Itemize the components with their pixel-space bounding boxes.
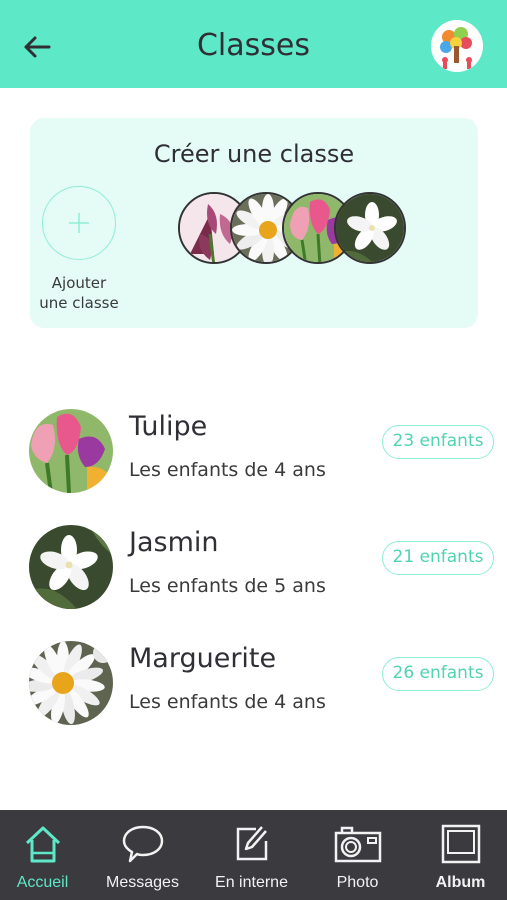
class-name: Tulipe (129, 411, 208, 442)
class-image-daisy (29, 641, 113, 725)
thumbnail-jasmine (334, 192, 406, 264)
nav-label-en-interne: En interne (215, 874, 288, 891)
chat-bubble-icon (122, 822, 164, 866)
add-class-label-line1: Ajouter (51, 274, 107, 292)
class-description: Les enfants de 5 ans (129, 575, 326, 597)
create-class-card: Créer une classe Ajouter une classe (30, 118, 478, 328)
class-description: Les enfants de 4 ans (129, 459, 326, 481)
add-class-button[interactable] (42, 186, 116, 260)
class-thumbnails (178, 192, 408, 264)
nav-item-album[interactable]: Album (410, 810, 507, 900)
school-logo-icon (431, 20, 483, 72)
camera-icon (334, 822, 382, 866)
nav-item-messages[interactable]: Messages (92, 810, 193, 900)
nav-item-en-interne[interactable]: En interne (201, 810, 302, 900)
plus-icon (69, 213, 89, 233)
album-icon (441, 822, 481, 866)
app-header: Classes (0, 0, 507, 88)
bottom-navigation: Accueil Messages En interne Photo Album (0, 810, 507, 900)
nav-label-accueil: Accueil (16, 874, 69, 891)
nav-label-messages: Messages (106, 874, 179, 891)
avatar[interactable] (431, 20, 483, 72)
home-icon (23, 822, 63, 866)
children-count-badge: 21 enfants (382, 541, 494, 575)
class-name: Jasmin (129, 527, 219, 558)
class-name: Marguerite (129, 643, 277, 674)
class-image-tulip (29, 409, 113, 493)
class-row-jasmin[interactable]: Jasmin Les enfants de 5 ans 21 enfants (0, 525, 507, 615)
children-count-badge: 26 enfants (382, 657, 494, 691)
class-row-tulipe[interactable]: Tulipe Les enfants de 4 ans 23 enfants (0, 409, 507, 499)
class-description: Les enfants de 4 ans (129, 691, 326, 713)
create-class-title: Créer une classe (153, 140, 355, 168)
class-image-jasmine (29, 525, 113, 609)
nav-item-accueil[interactable]: Accueil (0, 810, 93, 900)
nav-item-photo[interactable]: Photo (307, 810, 408, 900)
nav-label-photo: Photo (336, 874, 379, 891)
children-count-badge: 23 enfants (382, 425, 494, 459)
add-class-label: Ajouter une classe (30, 273, 128, 313)
edit-icon (234, 822, 270, 866)
add-class-label-line2: une classe (39, 294, 119, 312)
nav-label-album: Album (435, 874, 486, 891)
class-row-marguerite[interactable]: Marguerite Les enfants de 4 ans 26 enfan… (0, 641, 507, 731)
